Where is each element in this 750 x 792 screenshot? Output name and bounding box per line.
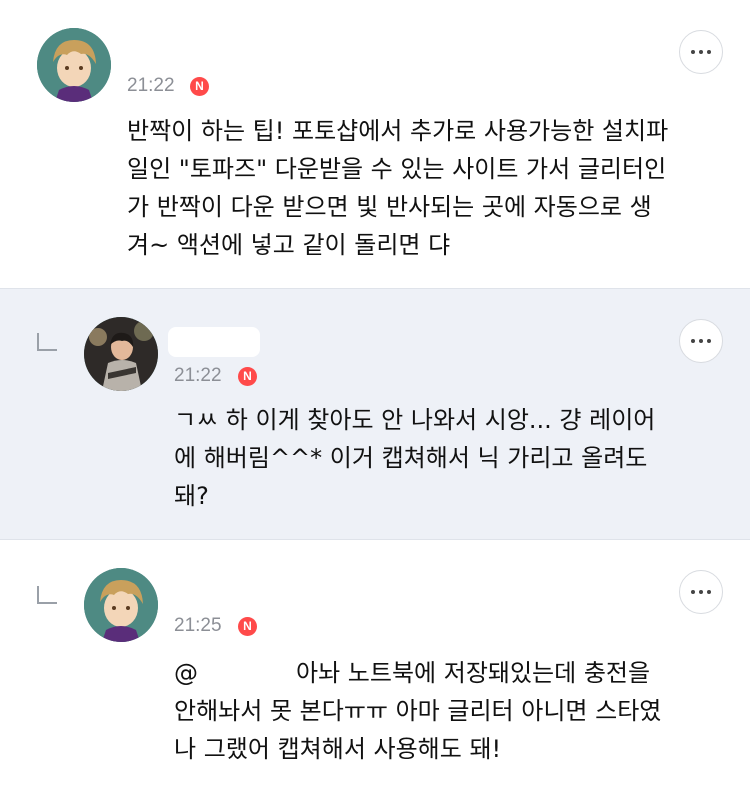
reply-comment-1: 21:22 N ㄱㅆ 하 이게 찾아도 안 나와서 시앙... 걍 레이어 에 … bbox=[0, 288, 750, 540]
comment-line-text: 아놔 노트북에 저장돼있는데 충전을 bbox=[296, 659, 651, 687]
comment-body: ㄱㅆ 하 이게 찾아도 안 나와서 시앙... 걍 레이어 에 해버림^^* 이… bbox=[174, 401, 655, 515]
new-badge: N bbox=[190, 77, 209, 96]
new-badge: N bbox=[238, 617, 257, 636]
comment-line: 겨~ 액션에 넣고 같이 돌리면 댜 bbox=[127, 231, 451, 259]
more-options-button[interactable] bbox=[679, 570, 723, 614]
more-icon bbox=[691, 50, 695, 54]
more-icon bbox=[691, 590, 695, 594]
more-options-button[interactable] bbox=[679, 319, 723, 363]
redacted-nickname bbox=[168, 327, 260, 357]
comment-time: 21:22 bbox=[127, 75, 175, 96]
comment-time: 21:22 bbox=[174, 365, 222, 386]
comment-line: 일인 "토파즈" 다운받을 수 있는 사이트 가서 글리터인 bbox=[127, 155, 667, 183]
mention-at[interactable]: @ bbox=[174, 659, 198, 687]
more-icon bbox=[691, 339, 695, 343]
avatar[interactable] bbox=[37, 28, 111, 102]
comment-line: 가 반짝이 다운 받으면 빛 반사되는 곳에 자동으로 생 bbox=[127, 193, 652, 221]
comment-line: 나 그랬어 캡쳐해서 사용해도 돼! bbox=[174, 735, 502, 763]
avatar[interactable] bbox=[84, 317, 158, 391]
new-badge: N bbox=[238, 367, 257, 386]
avatar[interactable] bbox=[84, 568, 158, 642]
comment-body: 반짝이 하는 팁! 포토샵에서 추가로 사용가능한 설치파 일인 "토파즈" 다… bbox=[127, 112, 668, 264]
comment-line: 반짝이 하는 팁! 포토샵에서 추가로 사용가능한 설치파 bbox=[127, 117, 669, 145]
comment-body: @ 아놔 노트북에 저장돼있는데 충전을 안해놔서 못 본다ㅠㅠ 아마 글리터 아… bbox=[174, 654, 661, 768]
more-options-button[interactable] bbox=[679, 30, 723, 74]
comment-line: @ 아놔 노트북에 저장돼있는데 충전을 bbox=[174, 654, 661, 692]
reply-arrow-icon bbox=[37, 333, 57, 351]
comment-1: 21:22 N 반짝이 하는 팁! 포토샵에서 추가로 사용가능한 설치파 일인… bbox=[0, 0, 750, 288]
comment-line: 안해놔서 못 본다ㅠㅠ 아마 글리터 아니면 스타였 bbox=[174, 697, 662, 725]
comment-line: ㄱㅆ 하 이게 찾아도 안 나와서 시앙... 걍 레이어 bbox=[174, 406, 656, 434]
comment-line: 에 해버림^^* 이거 캡쳐해서 닉 가리고 올려도 bbox=[174, 444, 648, 472]
reply-comment-2: 21:25 N @ 아놔 노트북에 저장돼있는데 충전을 안해놔서 못 본다ㅠㅠ … bbox=[0, 540, 750, 792]
comment-line: 돼? bbox=[174, 482, 209, 510]
comment-time: 21:25 bbox=[174, 615, 222, 636]
reply-arrow-icon bbox=[37, 586, 57, 604]
